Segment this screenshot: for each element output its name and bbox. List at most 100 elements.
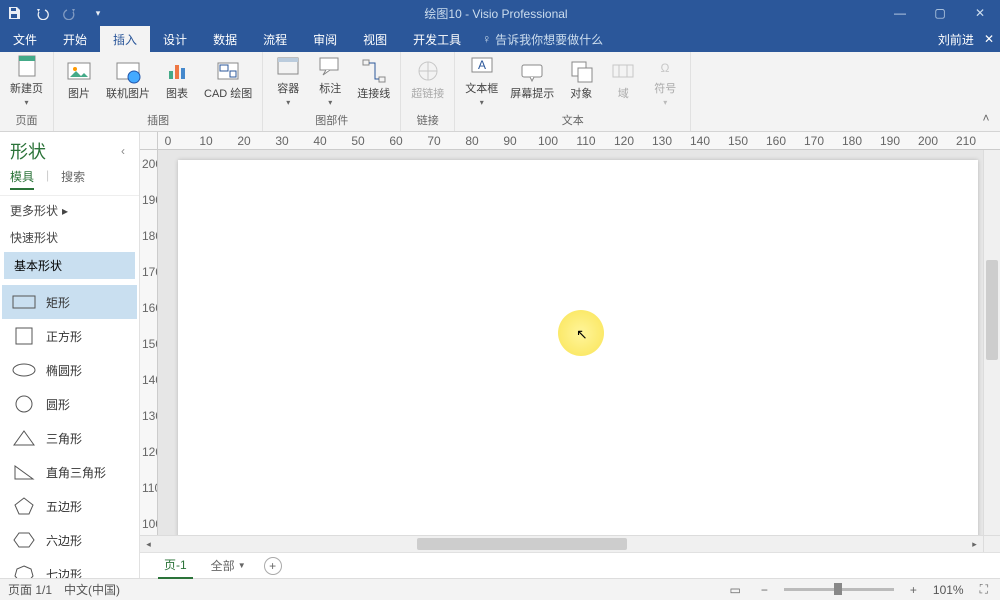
undo-icon[interactable] — [28, 0, 56, 26]
shape-label: 矩形 — [46, 294, 70, 311]
符号-icon: Ω — [650, 51, 680, 81]
fit-page-icon[interactable]: ⛶ — [976, 582, 992, 597]
window-title: 绘图10 - Visio Professional — [112, 5, 880, 22]
chevron-down-icon: ▾ — [328, 98, 332, 107]
ribbon-文本框[interactable]: A文本框▾ — [459, 48, 504, 110]
ribbon-连接线[interactable]: 连接线 — [351, 48, 396, 110]
shape-item-hexagon[interactable]: 六边形 — [2, 523, 137, 557]
联机图片-icon — [113, 56, 143, 86]
shape-item-circle[interactable]: 圆形 — [2, 387, 137, 421]
tell-me-label: 告诉我你想要做什么 — [495, 31, 603, 48]
shapes-category-basic[interactable]: 基本形状 — [4, 252, 135, 279]
zoom-slider[interactable] — [784, 588, 894, 591]
collapse-panel-icon[interactable]: ‹ — [121, 144, 131, 158]
shapes-tab-search[interactable]: 搜索 — [61, 168, 85, 190]
close-icon[interactable]: ✕ — [960, 0, 1000, 26]
ribbon-新建页[interactable]: 新建页▾ — [4, 48, 49, 110]
scroll-right-icon[interactable]: ▸ — [966, 536, 983, 552]
hexagon-icon — [12, 530, 36, 550]
shapes-panel-title: 形状 — [10, 138, 46, 164]
horizontal-scrollbar[interactable]: ◂ ▸ — [140, 535, 1000, 552]
collapse-ribbon-icon[interactable]: ˄ — [978, 111, 994, 127]
屏幕提示-icon — [517, 56, 547, 86]
shape-item-rect[interactable]: 矩形 — [2, 285, 137, 319]
more-shapes-button[interactable]: 更多形状▸ — [0, 196, 139, 225]
group-label: 插图 — [58, 110, 258, 130]
shape-label: 椭圆形 — [46, 362, 82, 379]
user-name[interactable]: 刘前进 — [938, 31, 974, 48]
drawing-canvas[interactable]: ↖ — [158, 150, 983, 535]
zoom-in-button[interactable]: + — [906, 583, 921, 597]
ribbon-label: 屏幕提示 — [510, 88, 554, 101]
shape-item-ellipse[interactable]: 椭圆形 — [2, 353, 137, 387]
ribbon-group-图部件: 容器▾标注▾连接线图部件 — [263, 52, 401, 131]
group-label: 文本 — [459, 110, 686, 130]
CAD 绘图-icon — [213, 56, 243, 86]
window-controls: — ▢ ✕ — [880, 0, 1000, 26]
shape-label: 七边形 — [46, 566, 82, 579]
group-label: 链接 — [405, 110, 450, 130]
zoom-level[interactable]: 101% — [933, 583, 964, 597]
ribbon-label: 图片 — [68, 88, 90, 101]
save-icon[interactable] — [0, 0, 28, 26]
vertical-scrollbar[interactable] — [983, 150, 1000, 535]
shape-item-pentagon[interactable]: 五边形 — [2, 489, 137, 523]
chevron-down-icon: ▾ — [663, 98, 667, 107]
status-language[interactable]: 中文(中国) — [64, 581, 120, 598]
ribbon-label: 符号 — [654, 83, 676, 96]
ribbon-label: 联机图片 — [106, 88, 150, 101]
ribbon-group-页面: 新建页▾页面 — [0, 52, 54, 131]
ribbon-图片[interactable]: 图片 — [58, 48, 100, 110]
图表-icon — [162, 56, 192, 86]
shape-item-square[interactable]: 正方形 — [2, 319, 137, 353]
zoom-out-button[interactable]: − — [757, 583, 772, 597]
title-bar: ▾ 绘图10 - Visio Professional — ▢ ✕ — [0, 0, 1000, 26]
shape-label: 三角形 — [46, 430, 82, 447]
ribbon-CAD 绘图[interactable]: CAD 绘图 — [198, 48, 258, 110]
超链接-icon — [413, 56, 443, 86]
shape-label: 直角三角形 — [46, 464, 106, 481]
ribbon-label: 标注 — [319, 83, 341, 96]
ribbon-标注[interactable]: 标注 ▾ — [309, 48, 351, 110]
shapes-tab-stencils[interactable]: 模具 — [10, 168, 34, 190]
scroll-left-icon[interactable]: ◂ — [140, 536, 157, 552]
ribbon-超链接: 超链接 — [405, 48, 450, 110]
all-pages-button[interactable]: 全部 ▼ — [211, 557, 246, 574]
rtriangle-icon — [12, 462, 36, 482]
ribbon-图表[interactable]: 图表 — [156, 48, 198, 110]
cursor-icon: ↖ — [576, 326, 588, 343]
lightbulb-icon: ♀ — [482, 32, 491, 46]
shape-item-triangle[interactable]: 三角形 — [2, 421, 137, 455]
ribbon-屏幕提示[interactable]: 屏幕提示 — [504, 48, 560, 110]
minimize-icon[interactable]: — — [880, 0, 920, 26]
shape-label: 五边形 — [46, 498, 82, 515]
ribbon: 新建页▾页面图片联机图片图表CAD 绘图插图容器▾标注▾连接线图部件超链接链接A… — [0, 52, 1000, 132]
quick-shapes-button[interactable]: 快速形状 — [0, 225, 139, 250]
ribbon-label: 连接线 — [357, 88, 390, 101]
maximize-icon[interactable]: ▢ — [920, 0, 960, 26]
shape-item-heptagon[interactable]: 七边形 — [2, 557, 137, 578]
add-page-button[interactable]: + — [264, 557, 282, 575]
close-pane-icon[interactable]: ✕ — [984, 32, 994, 46]
ribbon-对象[interactable]: 对象 — [560, 48, 602, 110]
ribbon-label: CAD 绘图 — [204, 88, 252, 101]
status-page-count: 页面 1/1 — [8, 581, 52, 598]
shape-item-rtriangle[interactable]: 直角三角形 — [2, 455, 137, 489]
rect-icon — [12, 292, 36, 312]
ribbon-label: 文本框 — [465, 83, 498, 96]
page-tab-1[interactable]: 页-1 — [158, 552, 193, 579]
presentation-mode-icon[interactable]: ▭ — [726, 583, 745, 597]
ribbon-label: 对象 — [570, 88, 592, 101]
ribbon-联机图片[interactable]: 联机图片 — [100, 48, 156, 110]
ribbon-group-文本: A文本框▾屏幕提示对象域Ω符号▾文本 — [455, 52, 691, 131]
square-icon — [12, 326, 36, 346]
page-tab-bar: 页-1 全部 ▼ + — [140, 552, 1000, 578]
连接线-icon — [359, 56, 389, 86]
ribbon-容器[interactable]: 容器▾ — [267, 48, 309, 110]
shape-label: 圆形 — [46, 396, 70, 413]
qat-customize-icon[interactable]: ▾ — [84, 0, 112, 26]
canvas-area: 0102030405060708090100110120130140150160… — [140, 132, 1000, 578]
文本框-icon: A — [467, 51, 497, 81]
redo-icon[interactable] — [56, 0, 84, 26]
ruler-vertical: 200190180170160150140130120110100 — [140, 150, 158, 535]
